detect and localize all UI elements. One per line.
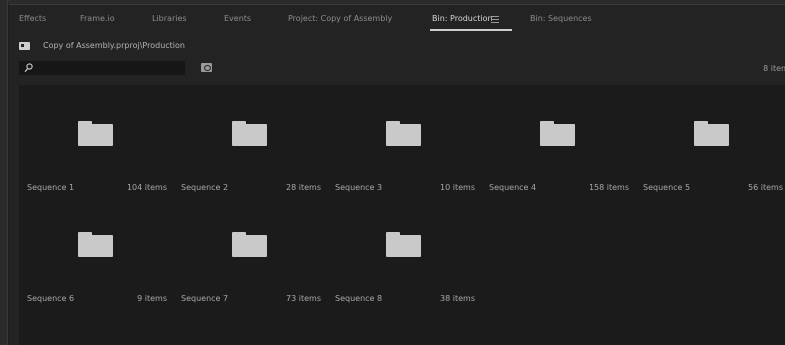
panel-tab-bar: Effects Frame.io Libraries Events Projec… <box>9 5 785 31</box>
thumbnail <box>481 85 635 171</box>
tab-bin-sequences[interactable]: Bin: Sequences <box>530 14 592 24</box>
thumbnail <box>327 196 481 282</box>
item-count: 8 items <box>763 64 785 73</box>
tab-events[interactable]: Events <box>224 14 251 24</box>
list-item[interactable]: Sequence 5 56 items <box>635 85 785 239</box>
tab-libraries[interactable]: Libraries <box>152 14 187 24</box>
item-count-label: 158 items <box>588 183 629 192</box>
search-input[interactable] <box>19 61 185 75</box>
panel-menu-icon[interactable] <box>491 14 500 24</box>
thumbnail <box>173 85 327 171</box>
item-count-label: 56 items <box>748 183 783 192</box>
item-count-label: 10 items <box>440 183 475 192</box>
tab-project[interactable]: Project: Copy of Assembly <box>288 14 392 24</box>
list-item[interactable]: Sequence 4 158 items <box>481 85 635 239</box>
item-name: Sequence 6 <box>27 294 75 303</box>
folder-icon <box>78 121 113 146</box>
item-name: Sequence 7 <box>181 294 229 303</box>
thumbnail <box>19 196 173 282</box>
item-count-label: 38 items <box>440 294 475 303</box>
new-bin-icon[interactable] <box>201 63 212 72</box>
thumbnail <box>635 85 785 171</box>
breadcrumb: Copy of Assembly.prproj\Production <box>19 40 419 52</box>
item-count-label: 28 items <box>286 183 321 192</box>
tab-frameio[interactable]: Frame.io <box>80 14 115 24</box>
item-name: Sequence 3 <box>335 183 383 192</box>
item-name: Sequence 2 <box>181 183 229 192</box>
tab-bin-production[interactable]: Bin: Production <box>432 14 493 24</box>
list-item[interactable]: Sequence 8 38 items <box>327 196 481 345</box>
item-count-label: 73 items <box>286 294 321 303</box>
folder-icon <box>694 121 729 146</box>
list-item[interactable]: Sequence 6 9 items <box>19 196 173 345</box>
bin-panel: Effects Frame.io Libraries Events Projec… <box>9 4 785 345</box>
folder-icon <box>232 232 267 257</box>
icon-view-grid: Sequence 1 104 items Sequence 2 28 items… <box>19 85 785 345</box>
item-count-label: 9 items <box>137 294 167 303</box>
active-tab-indicator <box>430 29 512 31</box>
bin-icon <box>19 42 30 50</box>
folder-icon <box>386 232 421 257</box>
folder-icon <box>386 121 421 146</box>
thumbnail <box>327 85 481 171</box>
item-name: Sequence 8 <box>335 294 383 303</box>
item-name: Sequence 4 <box>489 183 537 192</box>
folder-icon <box>78 232 113 257</box>
search-icon <box>24 63 33 73</box>
bin-path: Copy of Assembly.prproj\Production <box>43 41 185 50</box>
thumbnail <box>19 85 173 171</box>
list-item[interactable]: Sequence 7 73 items <box>173 196 327 345</box>
tab-effects[interactable]: Effects <box>19 14 46 24</box>
item-name: Sequence 1 <box>27 183 75 192</box>
folder-icon <box>232 121 267 146</box>
thumbnail <box>173 196 327 282</box>
folder-icon <box>540 121 575 146</box>
item-count-label: 104 items <box>126 183 167 192</box>
item-name: Sequence 5 <box>643 183 691 192</box>
window-frame-left <box>0 0 8 345</box>
